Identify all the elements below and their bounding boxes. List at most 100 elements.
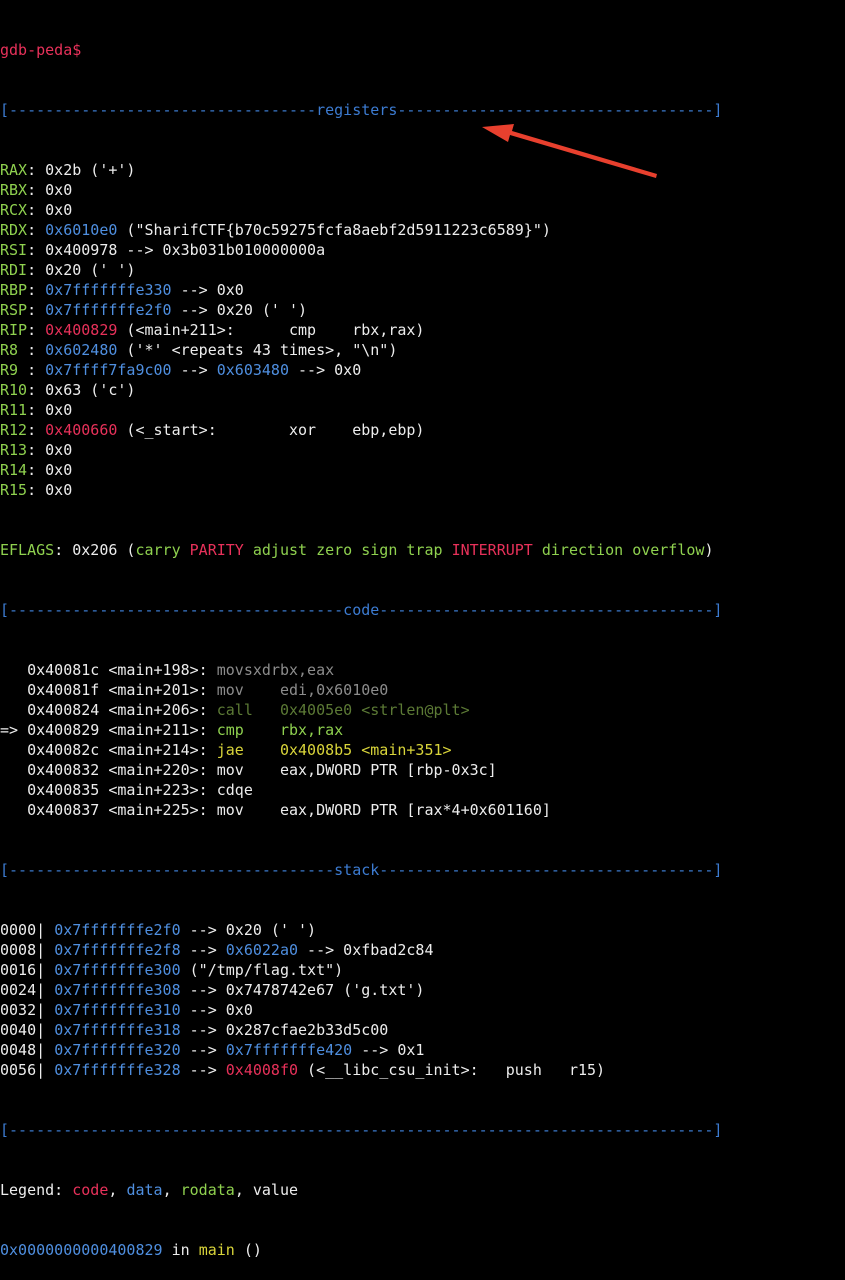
flag-space <box>307 541 316 559</box>
flag-space <box>181 541 190 559</box>
register-name: RDI <box>0 261 28 279</box>
register-value: 0x7fffffffe330 <box>45 281 172 299</box>
register-separator: : <box>27 201 46 219</box>
stack-value <box>45 1001 54 1019</box>
stack-value: ("/tmp/flag.txt") <box>180 961 344 979</box>
legend-comma: , <box>234 1181 253 1199</box>
stack-value <box>45 1061 54 1079</box>
flag-carry: carry <box>135 541 181 559</box>
register-value: 0x63 ('c') <box>45 381 136 399</box>
location-in: in <box>162 1241 199 1259</box>
register-value: 0x0 <box>45 461 73 479</box>
instruction-opcode: jae <box>216 741 271 759</box>
register-name: RSI <box>0 241 28 259</box>
instruction-address: 0x400835 <main+223>: <box>27 781 208 799</box>
eflags-value: : 0x206 ( <box>54 541 136 559</box>
instruction-address: 0x40081f <main+201>: <box>27 681 208 699</box>
register-row: R10: 0x63 ('c') <box>0 380 845 400</box>
stack-row: 0016| 0x7fffffffe300 ("/tmp/flag.txt") <box>0 960 845 980</box>
register-row: R14: 0x0 <box>0 460 845 480</box>
register-value: ("SharifCTF{b70c59275fcfa8aebf2d5911223c… <box>117 221 551 239</box>
register-separator: : <box>27 381 46 399</box>
instruction-address: 0x400829 <main+211>: <box>27 721 208 739</box>
instruction-opcode: mov <box>216 801 271 819</box>
register-row: R15: 0x0 <box>0 480 845 500</box>
current-instruction-marker: => <box>0 721 28 739</box>
current-instruction-marker <box>0 801 27 819</box>
register-value: 0x400660 <box>45 421 118 439</box>
register-value: ('*' <repeats 43 times>, "\n") <box>117 341 398 359</box>
stack-offset: 0032| <box>0 1001 46 1019</box>
stack-value <box>45 1041 54 1059</box>
current-instruction-marker <box>0 761 27 779</box>
legend-label: Legend: <box>0 1181 73 1199</box>
stack-value: 0x7fffffffe328 <box>54 1061 181 1079</box>
flag-direction: direction <box>541 541 624 559</box>
register-row: RDX: 0x6010e0 ("SharifCTF{b70c59275fcfa8… <box>0 220 845 240</box>
register-row: RCX: 0x0 <box>0 200 845 220</box>
instruction-space <box>208 721 217 739</box>
register-separator: : <box>27 401 46 419</box>
current-instruction-marker <box>0 741 27 759</box>
register-row: RIP: 0x400829 (<main+211>: cmp rbx,rax) <box>0 320 845 340</box>
register-name: RDX <box>0 221 28 239</box>
instruction-address: 0x40082c <main+214>: <box>27 741 208 759</box>
code-line: 0x400837 <main+225>: mov eax,DWORD PTR [… <box>0 800 845 820</box>
register-name: R13 <box>0 441 28 459</box>
stack-value: --> <box>180 941 226 959</box>
stack-value: 0x4008f0 <box>225 1061 299 1079</box>
registers-panel: RAX: 0x2b ('+') RBX: 0x0 RCX: 0x0 RDX: 0x60… <box>0 160 845 500</box>
stack-offset: 0000| <box>0 921 46 939</box>
instruction-address: 0x400837 <main+225>: <box>27 801 208 819</box>
stack-offset: 0008| <box>0 941 46 959</box>
stack-value <box>45 1021 54 1039</box>
register-separator: : <box>27 261 46 279</box>
register-value: 0x400829 <box>45 321 118 339</box>
stack-value: 0x7fffffffe420 <box>225 1041 353 1059</box>
register-name: RIP <box>0 321 28 339</box>
stack-row: 0024| 0x7fffffffe308 --> 0x7478742e67 ('… <box>0 980 845 1000</box>
stack-offset: 0024| <box>0 981 46 999</box>
register-value: 0x0 <box>45 441 73 459</box>
register-separator: : <box>27 181 46 199</box>
register-value: 0x603480 <box>216 361 289 379</box>
stack-value: 0x7fffffffe310 <box>54 1001 181 1019</box>
instruction-opcode: movsxd <box>216 661 271 679</box>
instruction-operands: rbx,rax <box>270 721 344 739</box>
flag-space <box>443 541 452 559</box>
stack-row: 0048| 0x7fffffffe320 --> 0x7fffffffe420 … <box>0 1040 845 1060</box>
register-separator: : <box>27 321 46 339</box>
stack-value: 0x7fffffffe300 <box>54 961 181 979</box>
register-separator: : <box>27 441 46 459</box>
stack-value <box>45 981 54 999</box>
code-line: 0x40081f <main+201>: mov edi,0x6010e0 <box>0 680 845 700</box>
stack-value: --> <box>180 1061 226 1079</box>
register-name: RBP <box>0 281 28 299</box>
eflags-line: EFLAGS: 0x206 (carry PARITY adjust zero … <box>0 540 845 560</box>
flag-adjust: adjust <box>252 541 308 559</box>
register-separator: : <box>27 161 46 179</box>
stack-value: --> 0xfbad2c84 <box>298 941 434 959</box>
stack-value <box>45 941 54 959</box>
stack-row: 0040| 0x7fffffffe318 --> 0x287cfae2b33d5… <box>0 1020 845 1040</box>
stack-offset: 0056| <box>0 1061 46 1079</box>
register-value: 0x20 (' ') <box>45 261 136 279</box>
location-line: 0x0000000000400829 in main () <box>0 1240 845 1260</box>
register-name: RSP <box>0 301 28 319</box>
flag-space <box>244 541 253 559</box>
code-line: 0x40081c <main+198>: movsxdrbx,eax <box>0 660 845 680</box>
end-separator: [---------------------------------------… <box>0 1121 723 1139</box>
register-separator: : <box>27 421 46 439</box>
instruction-space <box>208 801 217 819</box>
register-value: --> 0x0 <box>171 281 244 299</box>
register-name: R11 <box>0 401 28 419</box>
terminal-window[interactable]: gdb-peda$ [-----------------------------… <box>0 0 845 1259</box>
legend-rodata: rodata <box>180 1181 235 1199</box>
legend-comma: , <box>108 1181 127 1199</box>
register-separator: : <box>27 341 46 359</box>
code-separator: [-------------------------------------co… <box>0 601 723 619</box>
stack-value: 0x7fffffffe320 <box>54 1041 181 1059</box>
instruction-opcode: cmp <box>216 721 271 739</box>
register-value: 0x602480 <box>45 341 118 359</box>
register-separator: : <box>27 241 46 259</box>
